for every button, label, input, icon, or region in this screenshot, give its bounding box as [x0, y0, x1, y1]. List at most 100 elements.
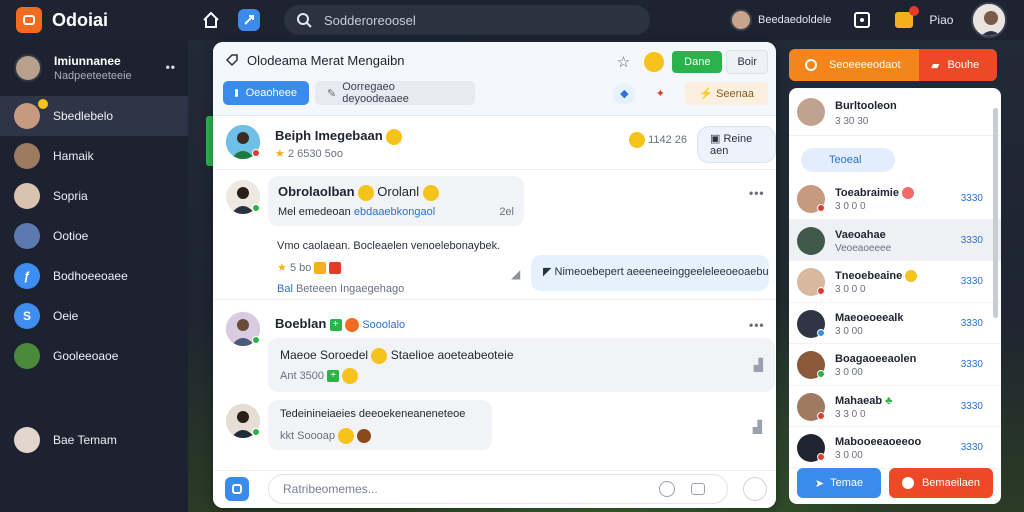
shield-icon[interactable]: ◆	[613, 82, 636, 105]
contact-item[interactable]: Vaeoahae Veoeaoeeee 3330	[789, 219, 1001, 261]
avatar	[797, 226, 825, 255]
message-item[interactable]: Tedeinineiaeies deeoekeneaneneteoe kkt S…	[213, 398, 776, 470]
blue-footer-button[interactable]: ➤ Temae	[797, 468, 881, 498]
composer: Ratribeomemes...	[213, 470, 776, 508]
plus-icon: +	[327, 370, 340, 382]
message-item[interactable]: Boeblan + Sooolalo ••• Maeoe Soroedel St…	[213, 304, 776, 396]
team-avatar-icon	[14, 99, 48, 129]
red-action-button[interactable]: ▰ Bouhe	[919, 49, 997, 81]
send-icon[interactable]	[743, 477, 767, 501]
sidebar-bottom-user[interactable]: Bae Temam	[0, 420, 117, 460]
message-input[interactable]: Ratribeomemes...	[268, 474, 728, 504]
sidebar-item-1[interactable]: Hamaik	[0, 136, 188, 176]
contact-item[interactable]: Toeabraimie 3 0 0 0 3330	[789, 178, 1001, 220]
bolt-icon: ⚡	[699, 88, 713, 100]
brand[interactable]: Odoiai	[16, 7, 196, 33]
reply-button[interactable]: ▣ Reine aen	[697, 126, 776, 163]
contact-sub: 3 0 00	[835, 450, 863, 461]
red-footer-button[interactable]: Bemaeilaen	[889, 468, 993, 498]
contacts-scrollbar[interactable]	[993, 108, 998, 318]
chat-header: Olodeama Merat Mengaibn ☆ Dane Boir Oeao…	[213, 42, 776, 116]
profile-avatar[interactable]	[971, 2, 1008, 38]
star-outline-icon[interactable]: ☆	[617, 53, 630, 71]
emoji-icon[interactable]	[644, 52, 665, 72]
emoji-icon	[905, 270, 918, 283]
red-footer-label: Bemaeilaen	[921, 477, 981, 489]
contact-item[interactable]: Mahaeab ♣ 3 3 0 0 3330	[789, 386, 1001, 427]
pinned-message[interactable]: Beiph Imegebaan ★ 2 6530 5oo 1142 26 ▣ R…	[213, 116, 776, 170]
message-bubble[interactable]: Obrolaolban Orolanl Mel emedeoan ebdaaeb…	[268, 176, 524, 226]
pen-icon: ✎	[327, 87, 337, 100]
chat-panel: Olodeama Merat Mengaibn ☆ Dane Boir Oeao…	[213, 42, 776, 508]
message-bubble[interactable]: Tedeinineiaeies deeoekeneaneneteoe kkt S…	[268, 400, 492, 450]
contacts-tab[interactable]: Teoeal	[801, 148, 895, 172]
shopping-bag-icon[interactable]	[893, 6, 920, 31]
message-bubble[interactable]: Maeoe Soroedel Staelioe aoeteabeoteie An…	[268, 338, 775, 392]
message-link[interactable]: ebdaaebkongaol	[354, 206, 435, 218]
contact-item[interactable]: Mabooeeaoeeoo 3 0 00 3330	[789, 427, 1001, 469]
record-icon	[901, 477, 914, 489]
like-icon[interactable]: ▟	[754, 358, 763, 372]
orange-action-button[interactable]: Seoeeeeodaot	[789, 49, 919, 81]
green-pill-button[interactable]: Dane	[672, 51, 723, 73]
sidebar-item-5[interactable]: S Oeie	[0, 296, 188, 336]
sidebar-item-label: Bodhoeeoaee	[53, 269, 128, 283]
message-input-placeholder: Ratribeomemes...	[283, 482, 378, 496]
sidebar-item-2[interactable]: Sopria	[0, 176, 188, 216]
contact-count: 3330	[960, 276, 983, 287]
reaction-count: 5 bo	[289, 262, 312, 274]
message-author: Boeblan	[275, 316, 327, 331]
contact-sub: 3 0 0 0	[835, 201, 866, 212]
quote-text: Nimeoebepert aeeeneeinggeeleleeoeoaebu	[554, 266, 769, 278]
search-input[interactable]: Sodderoreoosel	[324, 13, 416, 28]
emoji-picker-icon[interactable]	[659, 481, 675, 497]
more-icon[interactable]: •••	[749, 186, 765, 200]
square-icon	[235, 89, 238, 97]
right-top-actions: Seoeeeeodaot ▰ Bouhe	[789, 49, 997, 81]
status-dot	[252, 149, 260, 157]
sidebar-item-4[interactable]: ƒ Bodhoeeoaee	[0, 256, 188, 296]
play-label[interactable]: Piao	[929, 13, 953, 27]
person-avatar-icon	[14, 143, 40, 169]
emoji-icon	[422, 184, 439, 201]
message-time: 2el	[499, 206, 514, 218]
brand-logo-icon	[16, 7, 42, 33]
tab-primary[interactable]: Oeaoheee	[223, 81, 309, 105]
summary-button[interactable]: ⚡ Seenaa	[685, 82, 768, 105]
status-dot	[817, 287, 825, 295]
emoji-icon	[344, 317, 359, 332]
bubble-meta: kkt Soooap	[280, 429, 336, 442]
like-icon[interactable]: ▟	[753, 420, 762, 434]
sidebar: Imiunnanee Nadpeeteeteeie •• Sbedlebelo …	[0, 40, 188, 512]
top-user[interactable]: Beedaedoldele	[730, 9, 831, 31]
contact-item[interactable]: Tneoebeaine 3 0 0 0 3330	[789, 261, 1001, 303]
light-pill-button[interactable]: Boir	[726, 50, 768, 74]
gif-icon[interactable]	[691, 483, 705, 495]
contact-name: Tneoebeaine	[835, 270, 903, 282]
message-item[interactable]: Obrolaolban Orolanl Mel emedeoan ebdaaeb…	[213, 174, 776, 300]
contact-item[interactable]: Maeoeoeealk 3 0 00 3330	[789, 303, 1001, 344]
attach-icon[interactable]	[225, 477, 249, 501]
sidebar-item-3[interactable]: Ootioe	[0, 216, 188, 256]
quote-bubble[interactable]: ◤ Nimeoebepert aeeeneeinggeeleleeoeoaebu	[531, 255, 769, 291]
sidebar-item-label: Sbedlebelo	[53, 109, 114, 123]
sidebar-item-6[interactable]: Gooleeoaoe	[0, 336, 188, 376]
screen-share-icon[interactable]	[851, 9, 873, 31]
reaction-icon[interactable]: ✦	[649, 82, 672, 105]
message-tag[interactable]: Sooolalo	[362, 319, 405, 331]
home-icon[interactable]	[198, 7, 224, 33]
forward-icon[interactable]: ◢	[511, 267, 520, 281]
contacts-header[interactable]: Burltooleon 3 30 30	[789, 88, 1001, 136]
search-bar[interactable]: Sodderoreoosel	[284, 5, 650, 35]
footer-link[interactable]: Bal	[277, 283, 293, 295]
sidebar-item-label: Ootioe	[53, 229, 89, 243]
app-switcher-icon[interactable]	[238, 9, 260, 31]
message-line: Mel emedeoan	[278, 206, 351, 218]
contact-item[interactable]: Boagaoeeaolen 3 0 00 3330	[789, 344, 1001, 386]
more-icon[interactable]: ••	[166, 60, 176, 74]
avatar	[14, 54, 42, 82]
tab-secondary[interactable]: ✎ Oorregaeo deyoodeaaee	[315, 81, 475, 105]
more-icon[interactable]: •••	[749, 318, 765, 332]
sidebar-item-0[interactable]: Sbedlebelo	[0, 96, 188, 136]
sidebar-header[interactable]: Imiunnanee Nadpeeteeteeie ••	[0, 40, 188, 96]
